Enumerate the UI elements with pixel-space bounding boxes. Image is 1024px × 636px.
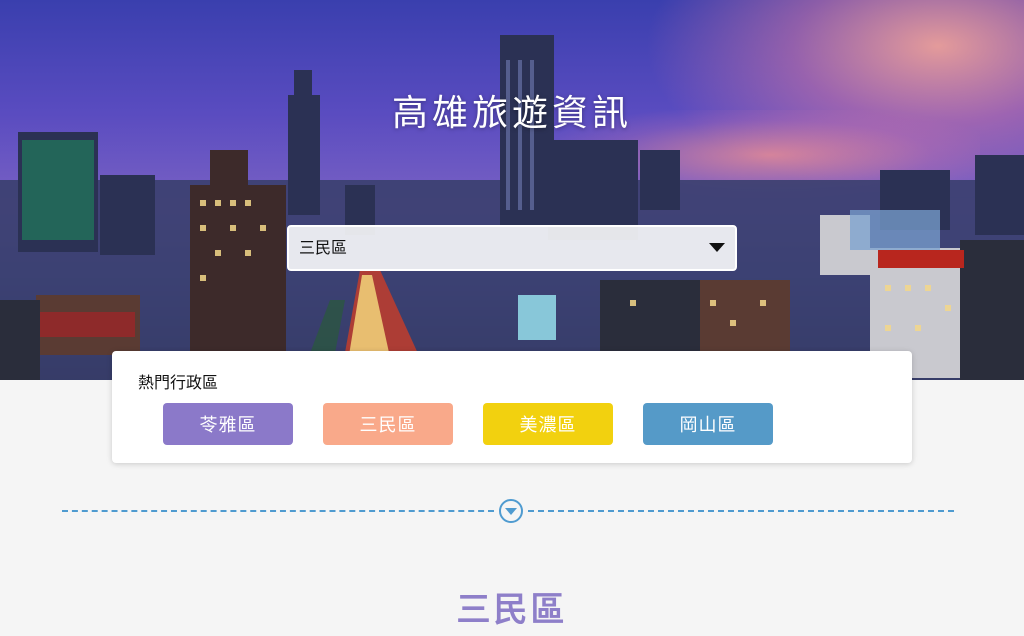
popular-districts-card: 熱門行政區 苓雅區 三民區 美濃區 岡山區 — [112, 351, 912, 463]
section-divider-left — [62, 510, 494, 512]
district-button-meinong[interactable]: 美濃區 — [483, 403, 613, 445]
district-dropdown-value[interactable]: 三民區 — [289, 227, 735, 269]
selected-district-heading: 三民區 — [456, 590, 568, 630]
district-button-gangshan[interactable]: 岡山區 — [643, 403, 773, 445]
chevron-circle-down-icon[interactable] — [499, 499, 523, 523]
popular-districts-title: 熱門行政區 — [138, 373, 219, 392]
hero-banner: 高雄旅遊資訊 三民區 — [0, 0, 1024, 380]
page-title: 高雄旅遊資訊 — [391, 93, 632, 134]
caret-down-icon[interactable] — [709, 243, 725, 252]
district-dropdown[interactable]: 三民區 — [287, 225, 737, 271]
district-button-sanmin[interactable]: 三民區 — [323, 403, 453, 445]
city-skyline-image — [0, 35, 1024, 380]
section-divider-right — [528, 510, 954, 512]
district-button-lingya[interactable]: 苓雅區 — [163, 403, 293, 445]
